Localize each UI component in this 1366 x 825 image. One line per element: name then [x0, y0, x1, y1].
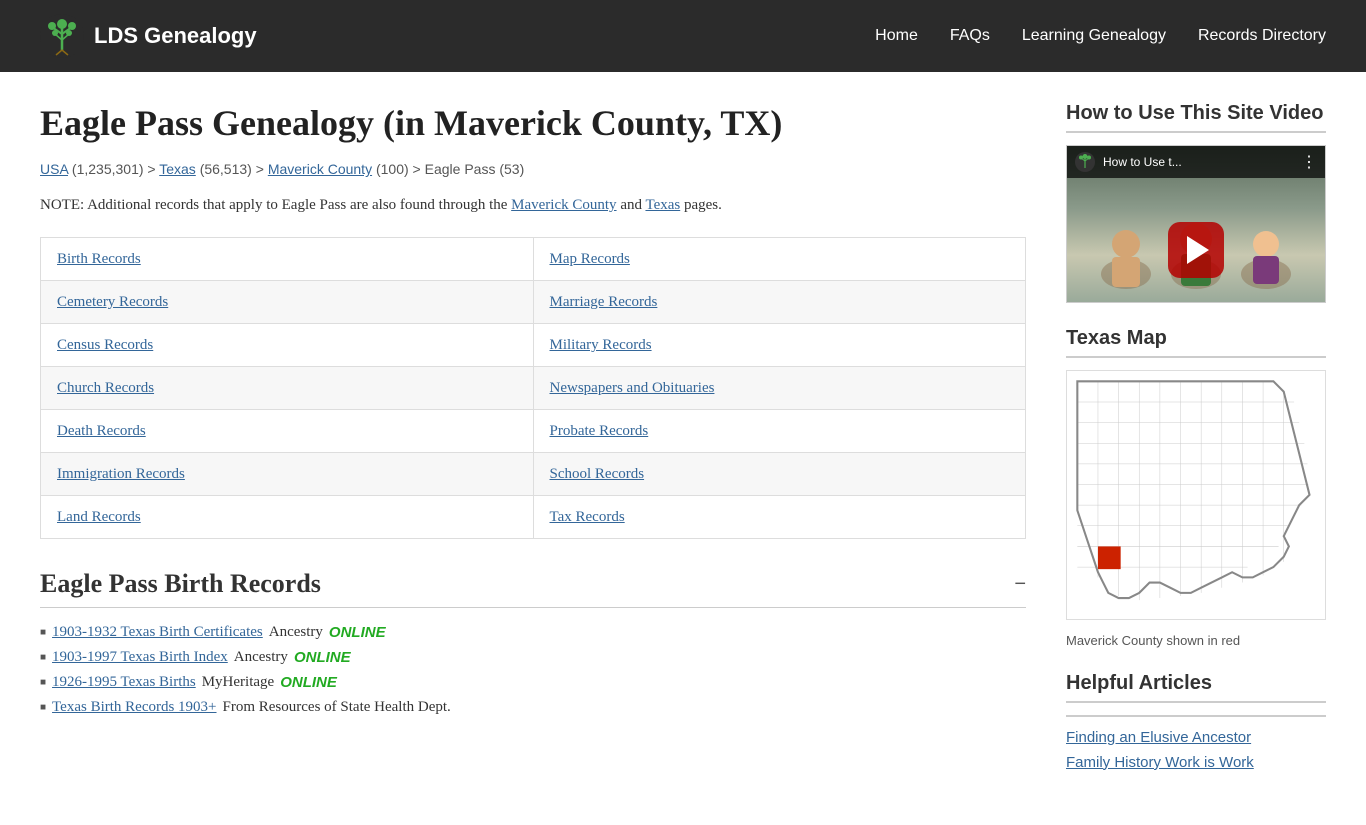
- birth-record-item: 1903-1997 Texas Birth Index Ancestry ONL…: [40, 649, 1026, 666]
- online-badge: ONLINE: [294, 649, 351, 666]
- breadcrumb-eagle-pass: Eagle Pass (53): [425, 161, 525, 177]
- birth-record-item: 1903-1932 Texas Birth Certificates Ances…: [40, 624, 1026, 641]
- video-section: How to Use This Site Video How to Use: [1066, 102, 1326, 303]
- records-table: Birth Records Map Records Cemetery Records…: [40, 237, 1026, 539]
- play-triangle-icon: [1187, 236, 1209, 264]
- table-row: Census Records Military Records: [41, 324, 1026, 367]
- birth-record-link[interactable]: Texas Birth Records 1903+: [52, 699, 216, 716]
- nav-faqs[interactable]: FAQs: [950, 27, 990, 45]
- video-thumbnail[interactable]: How to Use t... ⋮: [1066, 145, 1326, 303]
- record-link-right[interactable]: Newspapers and Obituaries: [550, 380, 715, 396]
- birth-record-item: Texas Birth Records 1903+ From Resources…: [40, 699, 1026, 716]
- record-link-left[interactable]: Immigration Records: [57, 466, 185, 482]
- record-link-left[interactable]: Birth Records: [57, 251, 141, 267]
- main-content: Eagle Pass Genealogy (in Maverick County…: [40, 102, 1066, 795]
- birth-record-link[interactable]: 1903-1932 Texas Birth Certificates: [52, 624, 263, 641]
- helpful-divider: [1066, 715, 1326, 717]
- map-caption: Maverick County shown in red: [1066, 633, 1326, 648]
- content-area: Eagle Pass Genealogy (in Maverick County…: [0, 72, 1366, 825]
- record-link-left[interactable]: Death Records: [57, 423, 146, 439]
- breadcrumb-texas[interactable]: Texas: [159, 161, 196, 177]
- record-link-right[interactable]: Marriage Records: [550, 294, 658, 310]
- helpful-articles-heading: Helpful Articles: [1066, 672, 1326, 703]
- helpful-article-link[interactable]: Family History Work is Work: [1066, 754, 1326, 771]
- birth-records-list: 1903-1932 Texas Birth Certificates Ances…: [40, 624, 1026, 716]
- play-button-container[interactable]: [1168, 202, 1224, 278]
- birth-records-heading: Eagle Pass Birth Records −: [40, 569, 1026, 608]
- page-title: Eagle Pass Genealogy (in Maverick County…: [40, 102, 1026, 145]
- online-badge: ONLINE: [280, 674, 337, 691]
- video-top-bar: How to Use t... ⋮: [1067, 146, 1325, 178]
- texas-map-svg: [1066, 370, 1326, 620]
- video-logo-icon: [1075, 152, 1095, 172]
- page-wrapper: Eagle Pass Genealogy (in Maverick County…: [0, 72, 1366, 825]
- note-text: NOTE: Additional records that apply to E…: [40, 193, 1026, 217]
- nav-learning[interactable]: Learning Genealogy: [1022, 27, 1166, 45]
- note-maverick-link[interactable]: Maverick County: [511, 197, 616, 213]
- breadcrumb-usa[interactable]: USA: [40, 161, 68, 177]
- nav-records[interactable]: Records Directory: [1198, 27, 1326, 45]
- collapse-button[interactable]: −: [1014, 573, 1026, 596]
- logo-tree-icon: [40, 14, 84, 58]
- video-menu-icon: ⋮: [1301, 152, 1317, 172]
- logo-text: LDS Genealogy: [94, 23, 257, 49]
- helpful-articles-section: Helpful Articles Finding an Elusive Ance…: [1066, 672, 1326, 771]
- table-row: Land Records Tax Records: [41, 496, 1026, 539]
- online-badge: ONLINE: [329, 624, 386, 641]
- birth-record-link[interactable]: 1903-1997 Texas Birth Index: [52, 649, 228, 666]
- logo-area[interactable]: LDS Genealogy: [40, 14, 257, 58]
- birth-record-item: 1926-1995 Texas Births MyHeritage ONLINE: [40, 674, 1026, 691]
- site-header: LDS Genealogy Home FAQs Learning Genealo…: [0, 0, 1366, 72]
- record-link-left[interactable]: Census Records: [57, 337, 153, 353]
- note-texas-link[interactable]: Texas: [645, 197, 680, 213]
- table-row: Death Records Probate Records: [41, 410, 1026, 453]
- record-link-left[interactable]: Cemetery Records: [57, 294, 168, 310]
- nav-home[interactable]: Home: [875, 27, 918, 45]
- texas-map: [1066, 370, 1326, 625]
- breadcrumb: USA (1,235,301) > Texas (56,513) > Maver…: [40, 161, 1026, 177]
- texas-map-heading: Texas Map: [1066, 327, 1326, 358]
- record-link-right[interactable]: Military Records: [550, 337, 652, 353]
- record-link-right[interactable]: School Records: [550, 466, 645, 482]
- record-link-right[interactable]: Probate Records: [550, 423, 649, 439]
- helpful-article-link[interactable]: Finding an Elusive Ancestor: [1066, 729, 1326, 746]
- helpful-articles-list: Finding an Elusive Ancestor Family Histor…: [1066, 729, 1326, 771]
- record-link-left[interactable]: Land Records: [57, 509, 141, 525]
- table-row: Birth Records Map Records: [41, 238, 1026, 281]
- video-heading: How to Use This Site Video: [1066, 102, 1326, 133]
- breadcrumb-maverick[interactable]: Maverick County: [268, 161, 372, 177]
- play-button[interactable]: [1168, 222, 1224, 278]
- record-link-right[interactable]: Tax Records: [550, 509, 625, 525]
- table-row: Church Records Newspapers and Obituaries: [41, 367, 1026, 410]
- table-row: Cemetery Records Marriage Records: [41, 281, 1026, 324]
- video-title-text: How to Use t...: [1103, 155, 1182, 169]
- record-link-left[interactable]: Church Records: [57, 380, 154, 396]
- main-nav: Home FAQs Learning Genealogy Records Dir…: [875, 27, 1326, 45]
- sidebar: How to Use This Site Video How to Use: [1066, 102, 1326, 795]
- birth-record-link[interactable]: 1926-1995 Texas Births: [52, 674, 196, 691]
- texas-map-section: Texas Map: [1066, 327, 1326, 648]
- table-row: Immigration Records School Records: [41, 453, 1026, 496]
- record-link-right[interactable]: Map Records: [550, 251, 630, 267]
- maverick-county-highlight: [1098, 546, 1121, 569]
